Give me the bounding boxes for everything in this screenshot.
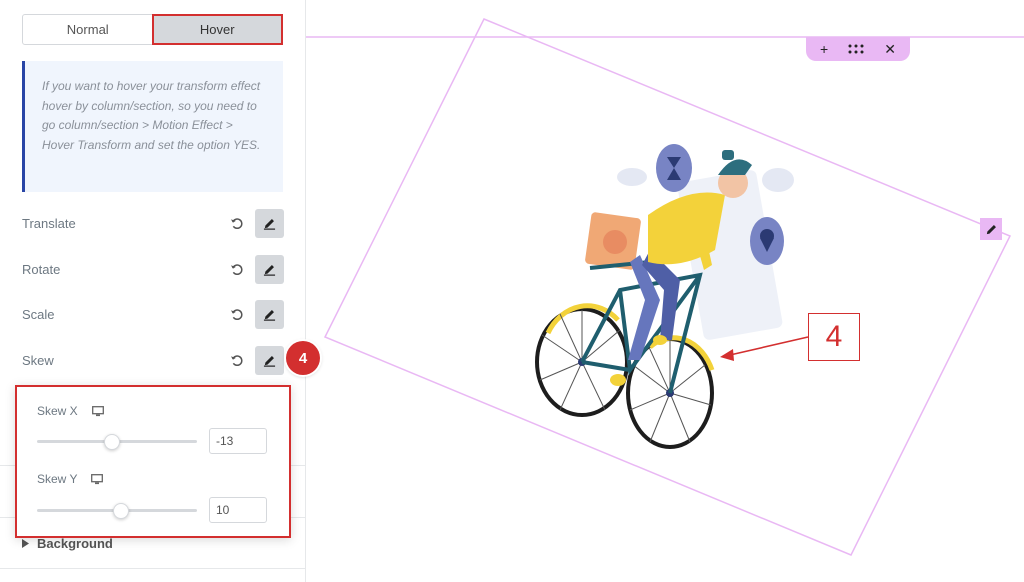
skew-y-label-row: Skew Y [37, 472, 104, 486]
reset-icon[interactable] [229, 262, 243, 276]
control-label: Skew [22, 352, 54, 368]
cyclist-illustration [535, 144, 794, 449]
info-notice: If you want to hover your transform effe… [22, 61, 283, 192]
reset-icon[interactable] [229, 216, 243, 230]
caret-right-icon [22, 539, 29, 548]
skew-x-input[interactable] [209, 428, 267, 454]
background-section-toggle[interactable]: Background [22, 536, 113, 551]
reset-icon[interactable] [229, 307, 243, 321]
control-label: Translate [22, 215, 76, 231]
skew-y-label: Skew Y [37, 472, 78, 486]
close-icon[interactable]: ✕ [884, 41, 896, 58]
annotation-arrow [729, 336, 809, 356]
state-tabs: Normal Hover [22, 14, 283, 45]
skew-y-input[interactable] [209, 497, 267, 523]
desktop-icon[interactable] [91, 473, 104, 485]
pencil-icon [986, 224, 996, 234]
control-skew: Skew [22, 345, 284, 375]
annotation-callout: 4 [808, 313, 860, 361]
tab-hover[interactable]: Hover [151, 14, 283, 45]
tab-normal[interactable]: Normal [23, 15, 153, 44]
plus-icon[interactable]: + [820, 41, 828, 57]
skew-popover: Skew X Skew Y [15, 385, 291, 538]
pencil-icon[interactable] [255, 254, 284, 284]
skew-x-slider-thumb[interactable] [104, 434, 120, 450]
control-rotate: Rotate [22, 254, 284, 284]
pencil-icon[interactable] [255, 208, 284, 238]
skew-x-label: Skew X [37, 404, 78, 418]
annotation-arrowhead [720, 349, 734, 361]
section-handle[interactable]: + ✕ [806, 37, 910, 61]
skew-y-slider-thumb[interactable] [113, 503, 129, 519]
editor-canvas [306, 18, 1024, 556]
control-label: Rotate [22, 261, 61, 277]
desktop-icon[interactable] [91, 405, 104, 417]
grid-handle-icon[interactable] [848, 44, 864, 54]
pencil-icon[interactable] [255, 299, 284, 329]
widget-edit-handle[interactable] [980, 218, 1002, 240]
control-translate: Translate [22, 208, 284, 238]
pencil-icon[interactable] [255, 345, 284, 375]
control-label: Scale [22, 306, 55, 322]
background-section-label: Background [37, 536, 113, 551]
skew-x-label-row: Skew X [37, 404, 104, 418]
reset-icon[interactable] [229, 353, 243, 367]
divider [0, 568, 305, 569]
control-scale: Scale [22, 299, 284, 329]
